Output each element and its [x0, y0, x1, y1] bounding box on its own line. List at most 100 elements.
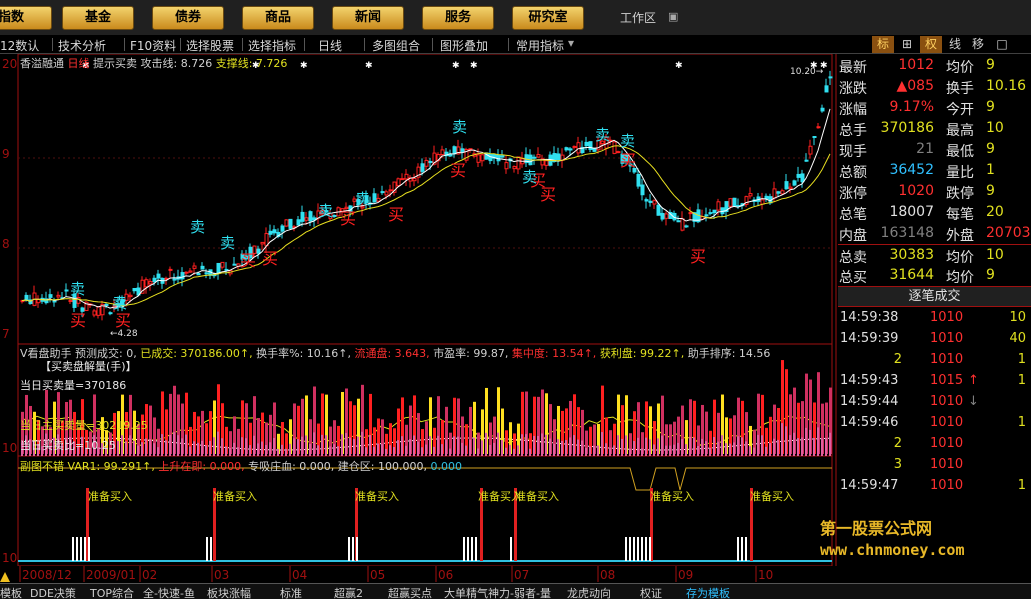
toolbar-item-common-indicators[interactable]: 常用指标	[516, 37, 564, 54]
rising-label: 上升在即: 0.000,	[158, 460, 245, 473]
toolbar-item-default[interactable]: 12数认	[0, 37, 39, 54]
toolbar-toggle-right[interactable]: 权	[920, 36, 942, 53]
window-icon[interactable]: □	[992, 36, 1012, 53]
volume-subbar	[461, 442, 463, 456]
toolbar-item-daily[interactable]: 日线	[318, 37, 342, 54]
sub-white-bar	[737, 537, 739, 561]
toolbar-item-select-stock[interactable]: 选择股票	[186, 37, 234, 54]
toolbar-toggle-mark[interactable]: 标	[872, 36, 894, 53]
nav-button-news[interactable]: 新闻	[332, 6, 404, 30]
volume-subbar	[713, 436, 715, 456]
candle-body	[448, 153, 453, 157]
bottom-tab[interactable]: TOP综合	[90, 585, 134, 599]
tick-price: 1010	[930, 436, 964, 451]
toolbar-item-select-indicator[interactable]: 选择指标	[248, 37, 296, 54]
bottom-tab[interactable]: 标准	[280, 585, 302, 599]
grid-icon[interactable]: ⊞	[897, 36, 917, 53]
volume-subbar	[361, 431, 363, 456]
bottom-tab[interactable]: 超赢2	[334, 585, 363, 599]
quote-row: 总手 370186 最高 10	[838, 118, 1031, 139]
volume-subbar	[653, 444, 655, 456]
toolbar-item-multi-chart[interactable]: 多图组合	[372, 37, 420, 54]
tick-price: 1010	[930, 394, 964, 409]
volume-subbar	[645, 437, 647, 456]
candle-body	[780, 190, 785, 195]
candle-body	[152, 277, 157, 283]
toolbar-item-overlay[interactable]: 图形叠加	[440, 37, 488, 54]
toolbar-divider	[52, 38, 53, 51]
bottom-tab[interactable]: 权证	[640, 585, 662, 599]
nav-button-research[interactable]: 研究室	[512, 6, 584, 30]
buy-signal: 买	[690, 247, 706, 266]
bottom-tab[interactable]: DDE决策	[30, 585, 76, 599]
volume-subbar	[741, 437, 743, 456]
volume-subbar	[205, 445, 207, 456]
tick-row: 14:59:44 1010 ↓	[838, 392, 1031, 413]
nav-button-index[interactable]: 指数	[0, 6, 52, 30]
candle-body	[504, 162, 509, 170]
toolbar-item-f10[interactable]: F10资料	[130, 37, 176, 54]
dropdown-icon[interactable]: ▣	[668, 10, 678, 23]
volume-subbar	[277, 448, 279, 456]
volume-subbar	[537, 436, 539, 456]
quote-value: 9	[986, 267, 995, 283]
candle-body	[636, 174, 641, 187]
bottom-tab[interactable]: 龙虎动向	[567, 585, 611, 599]
candle-body	[268, 230, 273, 235]
quote-value: 36452	[889, 162, 934, 178]
bottom-tab[interactable]: 模板	[0, 585, 22, 599]
volume-subbar	[349, 437, 351, 456]
tick-volume: 10	[1009, 310, 1026, 325]
volume-subbar	[829, 432, 831, 456]
quote-label: 换手	[946, 81, 974, 97]
toolbar-item-tech-analysis[interactable]: 技术分析	[58, 37, 106, 54]
toolbar-toggle-move[interactable]: 移	[968, 36, 988, 53]
sub-white-bar	[645, 537, 647, 561]
candle-body	[772, 188, 777, 199]
bottom-tab[interactable]: 全-快速-鱼	[143, 585, 195, 599]
candle-body	[400, 178, 405, 181]
volume-subbar	[337, 446, 339, 456]
candle-body	[128, 294, 133, 298]
volume-subbar	[677, 442, 679, 456]
quote-label: 最新	[839, 60, 867, 76]
toolbar-toggle-line[interactable]: 线	[945, 36, 965, 53]
candle-body	[288, 218, 293, 229]
chevron-down-icon[interactable]: ▾	[568, 36, 574, 50]
volume-subbar	[125, 441, 127, 456]
candle-body	[224, 268, 229, 271]
stock-name[interactable]: 香溢融通	[20, 57, 64, 70]
volume-subbar	[409, 439, 411, 456]
bottom-tab[interactable]: 超赢买点	[388, 585, 432, 599]
nav-button-service[interactable]: 服务	[422, 6, 494, 30]
bottom-tab[interactable]: 大单精气神力-弱者-量	[444, 585, 551, 599]
tick-price: 1010	[930, 478, 964, 493]
volume-subbar	[417, 441, 419, 456]
x-axis-label: 2009/01	[86, 568, 136, 582]
candle-body	[644, 199, 649, 202]
nav-button-bond[interactable]: 债券	[152, 6, 224, 30]
bottom-tab-bar: 模板 DDE决策 TOP综合 全-快速-鱼 板块涨幅 标准 超赢2 超赢买点 大单精气神力-弱者…	[0, 583, 1031, 599]
nav-button-fund[interactable]: 基金	[62, 6, 134, 30]
workspace-label[interactable]: 工作区	[620, 9, 656, 26]
quote-value: 10	[986, 120, 1004, 136]
volume-subbar	[649, 439, 651, 456]
volume-subbar	[369, 434, 371, 456]
candle-body	[716, 201, 721, 211]
candle-body	[584, 141, 589, 147]
candle-body	[232, 263, 237, 266]
nav-button-commodity[interactable]: 商品	[242, 6, 314, 30]
period-label: 日线	[67, 57, 90, 70]
tick-list-title[interactable]: 逐笔成交	[838, 286, 1031, 307]
volume-subbar	[313, 432, 315, 456]
sell-signal: 卖	[355, 190, 370, 208]
tick-time: 14:59:46	[840, 415, 899, 430]
volume-subbar	[517, 445, 519, 456]
volume-subbar	[765, 446, 767, 456]
volume-subbar	[545, 434, 547, 456]
bottom-tab[interactable]: 板块涨幅	[207, 585, 251, 599]
candle-body	[612, 141, 617, 154]
volume-subbar	[533, 435, 535, 456]
bottom-tab[interactable]: 存为模板	[686, 585, 730, 599]
volume-subbar	[625, 435, 627, 456]
